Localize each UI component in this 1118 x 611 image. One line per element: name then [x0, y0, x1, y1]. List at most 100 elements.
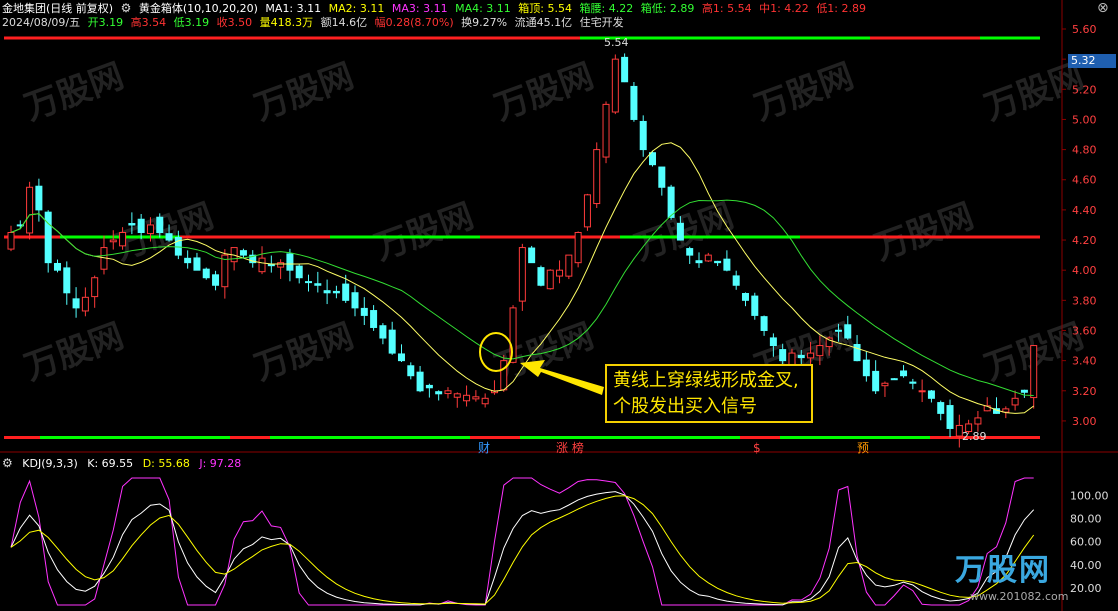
candle-body	[277, 262, 285, 268]
close-icon[interactable]: ⊗	[1097, 0, 1109, 16]
candle-body	[212, 274, 220, 286]
candle-body	[611, 58, 619, 113]
candle-body	[360, 307, 368, 316]
candle-body	[7, 232, 15, 250]
axis-tick-label: 4.40	[1072, 204, 1097, 217]
box-low-value: 箱低: 2.89	[640, 2, 695, 15]
candle-body	[974, 417, 982, 425]
candle-body	[258, 257, 266, 273]
candle-body	[658, 166, 666, 188]
candle-body	[1020, 389, 1028, 393]
ma4-value: MA4: 3.11	[455, 2, 511, 15]
event-marker[interactable]: 财	[478, 441, 490, 455]
axis-tick-label: 3.60	[1072, 324, 1097, 337]
annotation-callout: 黄线上穿绿线形成金叉, 个股发出买入信号	[605, 364, 813, 423]
candle-body	[909, 381, 917, 384]
axis-tick-label: 5.00	[1072, 113, 1097, 126]
candle-body	[72, 298, 80, 309]
candle-body	[453, 393, 461, 398]
candle-body	[202, 268, 210, 279]
kdj-axis-label: 80.00	[1070, 513, 1102, 526]
sector-value[interactable]: 住宅开发	[580, 16, 624, 29]
candle-body	[1030, 345, 1038, 399]
candle-body	[81, 296, 89, 312]
candle-body	[472, 396, 480, 400]
candle-body	[397, 353, 405, 362]
event-markers[interactable]: 财 涨 榜 $ 预	[478, 440, 869, 455]
candle-body	[751, 295, 759, 316]
float-value: 流通45.1亿	[514, 16, 573, 29]
candle-body	[435, 391, 443, 395]
axis-tick-label: 4.80	[1072, 144, 1097, 157]
candle-body	[416, 371, 424, 392]
candle-body	[351, 292, 359, 309]
axis-tick-label: 3.40	[1072, 355, 1097, 368]
candle-body	[332, 290, 340, 294]
watermark-text: 万股网	[369, 196, 479, 268]
indicator-name[interactable]: 黄金箱体(10,10,20,20)	[139, 2, 258, 15]
kdj-k-value: K: 69.55	[87, 457, 134, 470]
watermark-text: 万股网	[489, 56, 599, 128]
low1-value: 低1: 2.89	[816, 2, 867, 15]
candle-body	[53, 262, 61, 271]
axis-tick-label: 3.80	[1072, 294, 1097, 307]
watermark-text: 万股网	[19, 316, 129, 388]
chart-canvas[interactable]: 万股网 万股网 万股网 万股网 万股网万股网 万股网 万股网 万股网万股网 万股网 万股网 万股网万…	[0, 0, 1118, 611]
candle-body	[286, 253, 294, 271]
candle-body	[109, 239, 117, 243]
kdj-axis-label: 20.00	[1070, 582, 1102, 595]
axis-tick-label: 4.00	[1072, 264, 1097, 277]
candle-body	[323, 290, 331, 294]
close-value: 收3.50	[216, 16, 253, 29]
kdj-title[interactable]: KDJ(9,3,3)	[22, 457, 78, 470]
candle-body	[695, 260, 703, 264]
watermark-text: 万股网	[19, 56, 129, 128]
candle-body	[583, 194, 591, 228]
stock-title[interactable]: 金地集团(日线 前复权)	[2, 2, 113, 15]
watermark-text: 万股网	[869, 196, 979, 268]
candle-body	[900, 370, 908, 377]
candle-body	[156, 216, 164, 233]
event-marker[interactable]: 预	[857, 441, 869, 455]
volume-value: 量418.3万	[259, 16, 314, 29]
trough-label: 2.89	[962, 430, 987, 443]
watermark-text: 万股网	[749, 56, 859, 128]
axis-tick-label: 5.20	[1072, 83, 1097, 96]
candle-body	[500, 360, 508, 391]
candle-body	[649, 152, 657, 166]
watermark-text: 万股网	[249, 56, 359, 128]
turnover-value: 换9.27%	[461, 16, 508, 29]
ma2-value: MA2: 3.11	[328, 2, 385, 15]
candle-body	[463, 394, 471, 402]
kdj-settings-icon[interactable]: ⚙	[2, 456, 13, 470]
candle-body	[35, 185, 43, 211]
candle-body	[556, 269, 564, 277]
candle-body	[407, 365, 415, 377]
kdj-panel: 100.00 80.00 60.00 40.00 20.00	[10, 477, 1109, 606]
candle-body	[184, 257, 192, 264]
candle-body	[686, 248, 694, 256]
kdj-j-value: J: 97.28	[199, 457, 242, 470]
candle-body	[146, 224, 154, 235]
watermark-logo: 万股网	[955, 553, 1051, 588]
candle-body	[927, 390, 935, 399]
watermark-layer: 万股网 万股网 万股网 万股网 万股网万股网 万股网 万股网 万股网万股网 万股网 万股网 万股网万…	[19, 56, 1089, 388]
box-top-value: 箱顶: 5.54	[518, 2, 572, 15]
candle-body	[714, 260, 722, 264]
candle-body	[388, 329, 396, 354]
candle-body	[630, 85, 638, 120]
axis-tick-label: 4.20	[1072, 234, 1097, 247]
candle-body	[119, 232, 127, 247]
amount-value: 额14.6亿	[320, 16, 368, 29]
header-row-2: 2024/08/09/五 开3.19 高3.54 低3.19 收3.50 量41…	[2, 16, 628, 30]
event-marker[interactable]: 涨 榜	[556, 440, 584, 455]
kdj-d-value: D: 55.68	[142, 457, 190, 470]
candle-body	[676, 222, 684, 241]
candle-body	[890, 378, 898, 381]
candle-body	[518, 247, 526, 302]
candle-body	[704, 254, 712, 262]
event-marker[interactable]: $	[753, 441, 761, 455]
candle-body	[853, 344, 861, 362]
candle-body	[481, 397, 489, 405]
settings-icon[interactable]: ⚙	[121, 1, 132, 15]
